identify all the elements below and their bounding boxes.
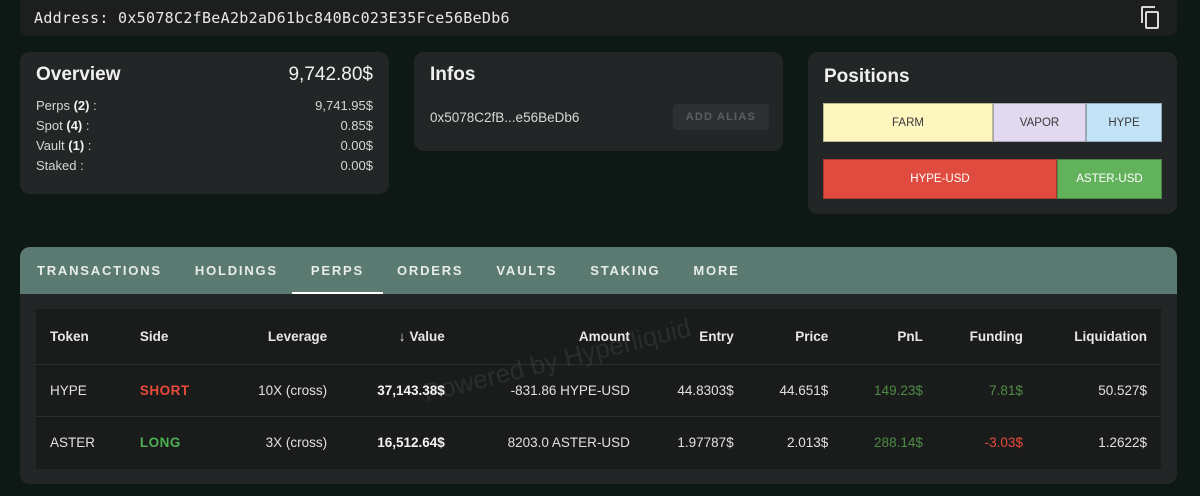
position-segment-hype[interactable]: HYPE — [1086, 103, 1162, 142]
short-address: 0x5078C2fB...e56BeDb6 — [430, 109, 580, 125]
cell-funding: -3.03$ — [936, 415, 1037, 468]
tab-orders[interactable]: ORDERS — [397, 247, 463, 294]
tab-staking[interactable]: STAKING — [590, 247, 660, 294]
overview-value: 0.00$ — [340, 138, 373, 153]
col-amount[interactable]: Amount — [459, 309, 644, 364]
overview-row-vault: Vault (1) : 0.00$ — [36, 136, 373, 156]
overview-card: Overview 9,742.80$ Perps (2) : 9,741.95$… — [20, 52, 389, 194]
col-price[interactable]: Price — [748, 309, 843, 364]
address-label: Address: — [34, 9, 109, 27]
overview-value: 0.85$ — [340, 118, 373, 133]
tab-perps[interactable]: PERPS — [291, 247, 384, 294]
cell-side: LONG — [125, 415, 222, 468]
infos-card: Infos 0x5078C2fB...e56BeDb6 ADD ALIAS — [414, 52, 783, 151]
cell-leverage: 10X (cross) — [221, 363, 342, 416]
positions-card: Positions FARM VAPOR HYPE HYPE-USD ASTER… — [808, 52, 1177, 214]
col-side[interactable]: Side — [126, 309, 222, 364]
table-header-row: Token Side Leverage ↓ Value Amount Entry … — [36, 309, 1161, 364]
perps-table: Token Side Leverage ↓ Value Amount Entry … — [36, 309, 1161, 469]
tab-bar: TRANSACTIONS HOLDINGS PERPS ORDERS VAULT… — [20, 247, 1177, 294]
address-bar: Address: 0x5078C2fBeA2b2aD61bc840Bc023E3… — [20, 0, 1177, 36]
overview-title: Overview — [36, 64, 121, 85]
overview-row-perps: Perps (2) : 9,741.95$ — [36, 96, 373, 116]
col-leverage[interactable]: Leverage — [222, 309, 341, 364]
infos-title: Infos — [430, 64, 476, 85]
tab-transactions[interactable]: TRANSACTIONS — [37, 247, 162, 294]
cell-pnl: 149.23$ — [842, 363, 937, 416]
table-row[interactable]: HYPE SHORT 10X (cross) 37,143.38$ -831.8… — [36, 363, 1161, 416]
sort-down-icon: ↓ — [398, 328, 406, 344]
overview-value: 0.00$ — [340, 158, 373, 173]
table-row[interactable]: ASTER LONG 3X (cross) 16,512.64$ 8203.0 … — [36, 415, 1161, 468]
position-segment-hype-usd[interactable]: HYPE-USD — [823, 159, 1057, 199]
position-segment-vapor[interactable]: VAPOR — [993, 103, 1086, 142]
col-liquidation[interactable]: Liquidation — [1037, 309, 1161, 364]
overview-row-staked: Staked : 0.00$ — [36, 156, 373, 176]
col-value[interactable]: ↓ Value — [341, 309, 459, 364]
overview-total: 9,742.80$ — [288, 64, 373, 85]
cell-liquidation: 1.2622$ — [1036, 415, 1161, 468]
cell-value: 37,143.38$ — [341, 363, 459, 416]
position-segment-aster-usd[interactable]: ASTER-USD — [1057, 159, 1162, 199]
cell-price: 2.013$ — [747, 415, 843, 468]
overview-row-spot: Spot (4) : 0.85$ — [36, 116, 373, 136]
cell-value: 16,512.64$ — [341, 415, 459, 468]
cell-amount: -831.86 HYPE-USD — [458, 363, 644, 416]
positions-title: Positions — [824, 66, 910, 87]
address-value: 0x5078C2fBeA2b2aD61bc840Bc023E35Fce56BeD… — [118, 9, 510, 27]
cell-side: SHORT — [125, 363, 222, 416]
tab-vaults[interactable]: VAULTS — [496, 247, 557, 294]
cell-entry: 44.8303$ — [643, 363, 748, 416]
add-alias-button[interactable]: ADD ALIAS — [672, 104, 769, 130]
spot-positions-bar: FARM VAPOR HYPE — [823, 103, 1162, 142]
tab-more[interactable]: MORE — [693, 247, 739, 294]
cell-leverage: 3X (cross) — [221, 415, 342, 468]
address-text: Address: 0x5078C2fBeA2b2aD61bc840Bc023E3… — [34, 9, 510, 27]
cell-token: HYPE — [36, 363, 126, 416]
tab-holdings[interactable]: HOLDINGS — [195, 247, 278, 294]
copy-icon[interactable] — [1139, 6, 1161, 30]
cell-pnl: 288.14$ — [842, 415, 937, 468]
overview-value: 9,741.95$ — [315, 98, 373, 113]
col-funding[interactable]: Funding — [937, 309, 1037, 364]
cell-price: 44.651$ — [747, 363, 843, 416]
cell-token: ASTER — [36, 415, 126, 468]
position-segment-farm[interactable]: FARM — [823, 103, 993, 142]
perp-positions-bar: HYPE-USD ASTER-USD — [823, 159, 1162, 199]
col-entry[interactable]: Entry — [644, 309, 748, 364]
cell-liquidation: 50.527$ — [1036, 363, 1161, 416]
col-pnl[interactable]: PnL — [842, 309, 937, 364]
perps-panel: TRANSACTIONS HOLDINGS PERPS ORDERS VAULT… — [20, 247, 1177, 484]
col-token[interactable]: Token — [36, 309, 126, 364]
cell-amount: 8203.0 ASTER-USD — [458, 415, 644, 468]
cell-entry: 1.97787$ — [643, 415, 748, 468]
cell-funding: 7.81$ — [936, 363, 1037, 416]
